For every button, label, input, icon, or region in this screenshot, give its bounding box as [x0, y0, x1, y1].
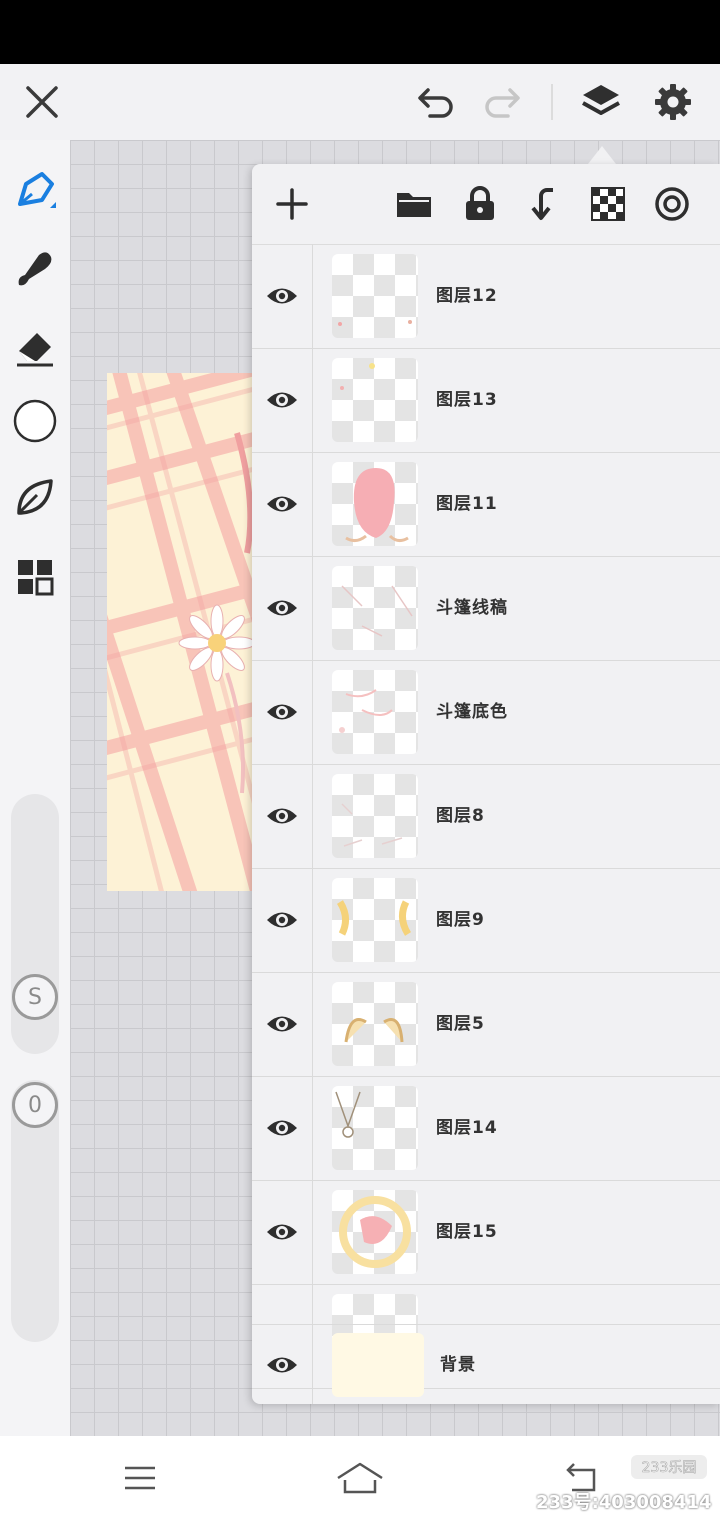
- layer-name: 图层11: [436, 494, 498, 514]
- opacity-handle[interactable]: 0: [12, 1082, 58, 1128]
- layer-thumbnail: [332, 670, 418, 754]
- eye-icon[interactable]: [252, 1180, 313, 1284]
- layer-name: 图层8: [436, 806, 485, 826]
- layer-name: 斗篷线稿: [436, 598, 508, 618]
- layer-row[interactable]: 图层8: [252, 764, 720, 869]
- layer-row[interactable]: 图层9: [252, 868, 720, 973]
- layers-icon[interactable]: [579, 80, 623, 124]
- layer-name: 斗篷底色: [436, 702, 508, 722]
- layer-thumbnail: [332, 254, 418, 338]
- layer-thumbnail: [332, 774, 418, 858]
- lock-icon[interactable]: [458, 182, 502, 226]
- layers-panel: 图层12 图层13 图层11 斗篷线稿斗篷底色图层8 图层9 图层5 图层14 图层15 背景: [252, 164, 720, 1404]
- layer-name: 图层15: [436, 1222, 498, 1242]
- eye-icon[interactable]: [252, 660, 313, 764]
- eye-icon[interactable]: [252, 244, 313, 348]
- top-toolbar: [0, 64, 720, 140]
- layer-name: 图层14: [436, 1118, 498, 1138]
- layer-name: 背景: [440, 1355, 476, 1375]
- layer-thumbnail: [332, 878, 418, 962]
- blend-icon[interactable]: [650, 182, 694, 226]
- layer-row[interactable]: 图层5: [252, 972, 720, 1077]
- home-icon[interactable]: [335, 1458, 385, 1498]
- gear-icon[interactable]: [651, 80, 695, 124]
- layer-thumbnail: [332, 462, 418, 546]
- leaf-icon[interactable]: [10, 472, 60, 522]
- eye-icon[interactable]: [252, 1076, 313, 1180]
- layer-row[interactable]: 图层14: [252, 1076, 720, 1181]
- watermark-text: 233号:403008414: [536, 1492, 712, 1513]
- svg-text:233乐园: 233乐园: [642, 1460, 697, 1476]
- layer-row[interactable]: 图层15: [252, 1180, 720, 1285]
- folder-icon[interactable]: [392, 182, 436, 226]
- layer-row[interactable]: 图层11: [252, 452, 720, 557]
- background-layer-row[interactable]: 背景: [252, 1324, 720, 1404]
- eye-icon[interactable]: [252, 868, 313, 972]
- artwork-canvas[interactable]: [107, 373, 257, 891]
- redo-icon[interactable]: [480, 80, 524, 124]
- layer-thumbnail: [332, 1333, 424, 1397]
- close-icon[interactable]: [20, 80, 64, 124]
- layer-thumbnail: [332, 1190, 418, 1274]
- layer-thumbnail: [332, 1086, 418, 1170]
- layer-name: 图层12: [436, 286, 498, 306]
- layers-toolbar: [252, 164, 720, 245]
- layer-row[interactable]: 斗篷线稿: [252, 556, 720, 661]
- smudge-brush-icon[interactable]: [10, 244, 60, 294]
- layer-row[interactable]: 图层12: [252, 244, 720, 349]
- merge-down-icon[interactable]: [522, 182, 566, 226]
- size-label: S: [28, 984, 42, 1010]
- eye-icon[interactable]: [252, 1325, 313, 1404]
- transparency-icon[interactable]: [586, 182, 630, 226]
- eye-icon[interactable]: [252, 452, 313, 556]
- grid-menu-icon[interactable]: [10, 552, 60, 602]
- tool-sidebar: S 0: [0, 140, 70, 1436]
- add-layer-icon[interactable]: [270, 182, 314, 226]
- brush-size-handle[interactable]: S: [12, 974, 58, 1020]
- eraser-icon[interactable]: [10, 322, 60, 372]
- pen-icon[interactable]: [10, 166, 60, 216]
- eye-icon[interactable]: [252, 556, 313, 660]
- layer-thumbnail: [332, 358, 418, 442]
- layer-thumbnail: [332, 982, 418, 1066]
- eye-icon[interactable]: [252, 764, 313, 868]
- status-bar: [0, 0, 720, 64]
- panel-caret: [588, 146, 616, 164]
- eye-icon[interactable]: [252, 972, 313, 1076]
- color-circle[interactable]: [10, 396, 60, 446]
- layer-name: 图层9: [436, 910, 485, 930]
- watermark-logo: 233乐园: [630, 1454, 708, 1480]
- undo-icon[interactable]: [414, 80, 458, 124]
- layer-name: 图层13: [436, 390, 498, 410]
- layer-thumbnail: [332, 566, 418, 650]
- layer-name: 图层5: [436, 1014, 485, 1034]
- layer-row[interactable]: 图层13: [252, 348, 720, 453]
- eye-icon[interactable]: [252, 348, 313, 452]
- opacity-label: 0: [28, 1092, 42, 1118]
- menu-icon[interactable]: [115, 1458, 165, 1498]
- toolbar-divider: [551, 84, 553, 120]
- layer-row[interactable]: 斗篷底色: [252, 660, 720, 765]
